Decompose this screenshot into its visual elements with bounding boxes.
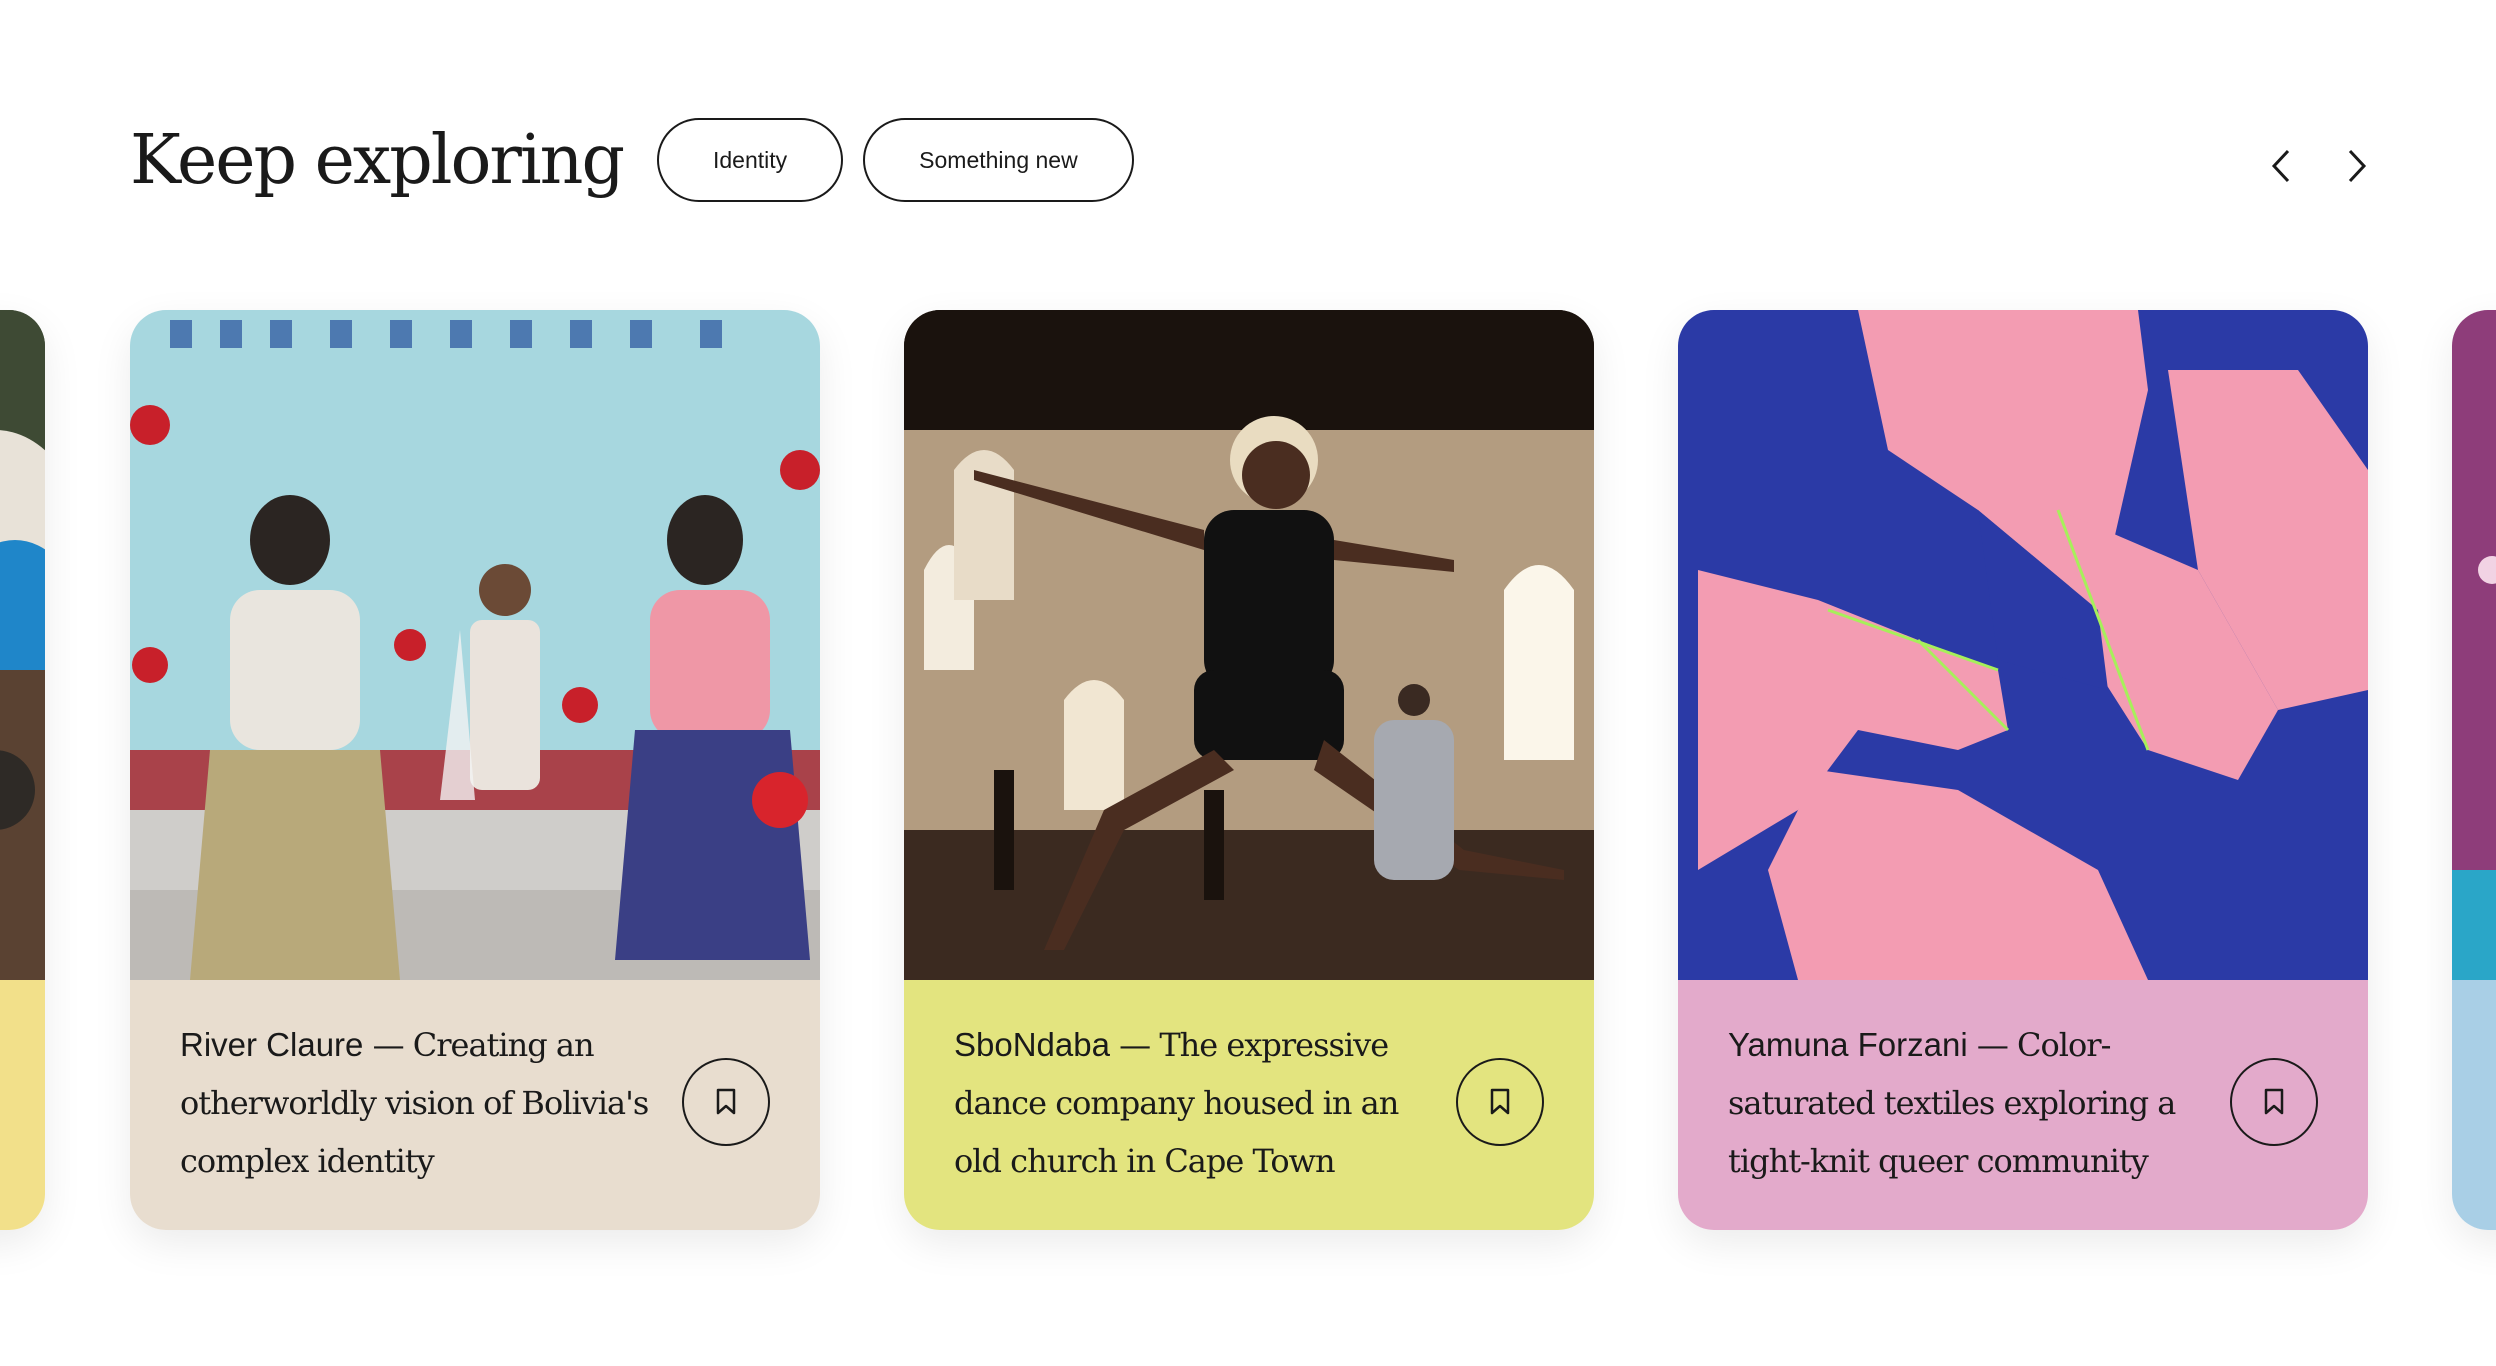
card-body: Yamuna Forzani — Color-saturated textile… [1678,980,2368,1230]
card-artist-name[interactable]: River Claure [180,1026,363,1063]
card-peek-left-body [0,980,45,1230]
keep-exploring-section: Keep exploring Identity Something new Ri… [0,0,2496,1366]
card-separator: — [363,1026,413,1064]
card-carousel: River Claure — Creating an otherworldly … [0,310,2496,1230]
card-peek-right-image [2452,310,2496,980]
carousel-nav [2262,140,2376,192]
card-peek-right-body [2452,980,2496,1230]
card-artist-name[interactable]: Yamuna Forzani [1728,1026,1968,1063]
section-title: Keep exploring [130,120,625,200]
article-card[interactable]: SboNdaba — The expressive dance company … [904,310,1594,1230]
card-body: River Claure — Creating an otherworldly … [130,980,820,1230]
card-body: SboNdaba — The expressive dance company … [904,980,1594,1230]
card-caption: SboNdaba — The expressive dance company … [954,1016,1424,1190]
bookmark-button[interactable] [682,1058,770,1146]
card-artist-name[interactable]: SboNdaba [954,1026,1110,1063]
card-image [904,310,1594,980]
card-peek-left[interactable] [0,310,45,1230]
article-card[interactable]: Yamuna Forzani — Color-saturated textile… [1678,310,2368,1230]
next-button[interactable] [2338,140,2376,192]
chevron-left-icon [2271,149,2290,183]
bookmark-button[interactable] [2230,1058,2318,1146]
bookmark-icon [716,1088,736,1115]
card-image [130,310,820,980]
section-header: Keep exploring Identity Something new [130,118,1154,202]
bookmark-button[interactable] [1456,1058,1544,1146]
filter-chip-something-new[interactable]: Something new [863,118,1134,202]
card-peek-right[interactable] [2452,310,2496,1230]
prev-button[interactable] [2262,140,2300,192]
card-separator: — [1109,1026,1160,1064]
card-caption: River Claure — Creating an otherworldly … [180,1016,650,1190]
card-image [1678,310,2368,980]
filter-chip-identity[interactable]: Identity [657,118,844,202]
card-peek-left-image [0,310,45,980]
bookmark-icon [1490,1088,1510,1115]
bookmark-icon [2264,1088,2284,1115]
article-card[interactable]: River Claure — Creating an otherworldly … [130,310,820,1230]
card-caption: Yamuna Forzani — Color-saturated textile… [1728,1016,2198,1190]
card-separator: — [1967,1026,2018,1064]
chevron-right-icon [2348,149,2367,183]
